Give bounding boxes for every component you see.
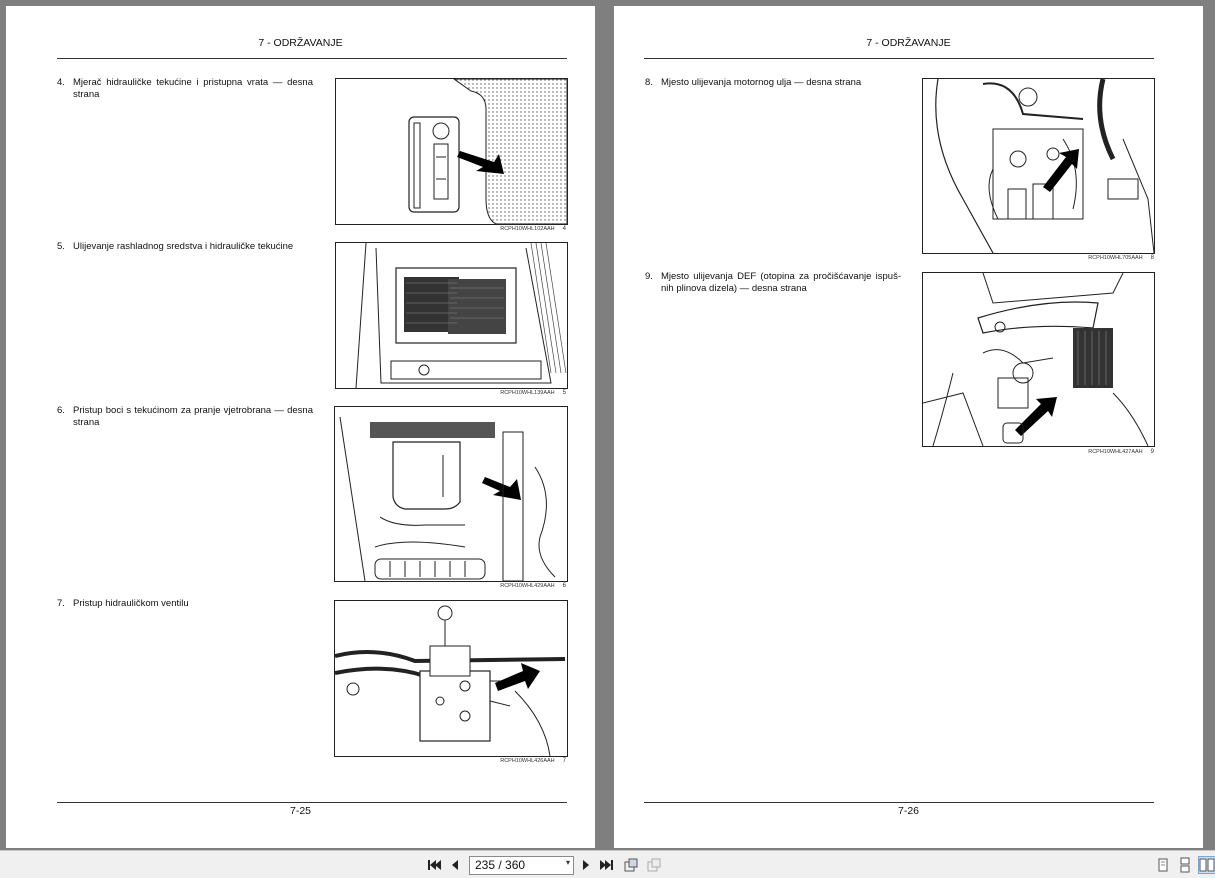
page-number: 7-26: [897, 805, 919, 817]
first-page-button[interactable]: [426, 857, 442, 873]
page-header: 7 - ODRŽAVANJE: [866, 37, 951, 49]
list-item: 4. Mjerač hidrauličke tekućine i pristup…: [57, 77, 313, 100]
figure-code: RCPH10WHL426AAH: [500, 758, 555, 764]
item-number: 7.: [57, 598, 65, 609]
go-back-button[interactable]: [623, 857, 639, 873]
figure-code: RCPH10WHL139AAH: [500, 390, 555, 396]
item-number: 9.: [645, 271, 653, 282]
item-text: Ulijevanje rashladnog sredstva i hidraul…: [73, 241, 294, 252]
last-page-button[interactable]: [599, 857, 615, 873]
figure-number: 4: [562, 226, 566, 232]
item-text: Pristup boci s tekućinom za pranje vjetr…: [73, 405, 313, 428]
figure-code: RCPH10WHL102AAH: [500, 226, 555, 232]
figure-caption: RCPH10WHL102AAH 4: [426, 226, 566, 232]
continuous-view-button[interactable]: [1177, 857, 1193, 873]
go-back-icon: [624, 858, 638, 872]
go-forward-icon: [647, 858, 661, 872]
go-forward-button[interactable]: [646, 857, 662, 873]
figure-hydraulic-valve: [334, 600, 568, 757]
figure-caption: RCPH10WHL139AAH 5: [426, 390, 566, 396]
page-number-value: 235 / 360: [475, 858, 526, 872]
last-page-icon: [600, 860, 613, 870]
figure-caption: RCPH10WHL426AAH 7: [426, 758, 566, 764]
header-rule: [57, 58, 567, 59]
figure-number: 8: [1150, 255, 1154, 261]
item-number: 5.: [57, 241, 65, 252]
navigation-toolbar: 235 / 360 ▾: [0, 850, 1215, 878]
page-number-field[interactable]: 235 / 360 ▾: [469, 856, 574, 875]
next-page-icon: [583, 860, 589, 870]
previous-page-button[interactable]: [447, 857, 463, 873]
figure-number: 5: [562, 390, 566, 396]
figure-caption: RCPH10WHL429AAH 6: [426, 583, 566, 589]
figure-code: RCPH10WHL429AAH: [500, 583, 555, 589]
figure-number: 9: [1150, 449, 1154, 455]
figure-caption: RCPH10WHL427AAH 9: [1014, 449, 1154, 455]
item-number: 8.: [645, 77, 653, 88]
continuous-view-icon: [1180, 857, 1190, 873]
figure-def-fill: [922, 272, 1155, 447]
list-item: 6. Pristup boci s tekućinom za pranje vj…: [57, 405, 313, 428]
figure-number: 7: [562, 758, 566, 764]
figure-caption: RCPH10WHL705AAH 8: [1014, 255, 1154, 261]
footer-rule: [644, 802, 1154, 803]
item-number: 4.: [57, 77, 65, 88]
single-page-view-icon: [1158, 858, 1168, 872]
list-item: 8. Mjesto ulijevanja motornog ulja — des…: [645, 77, 901, 89]
item-text: Pristup hidrauličkom ventilu: [73, 598, 189, 609]
list-item: 5. Ulijevanje rashladnog sredstva i hidr…: [57, 241, 313, 253]
single-page-view-button[interactable]: [1155, 857, 1171, 873]
item-text: Mjesto ulijevanja motornog ulja — desna …: [661, 77, 862, 88]
next-page-button[interactable]: [578, 857, 594, 873]
chevron-down-icon[interactable]: ▾: [566, 858, 570, 867]
footer-rule: [57, 802, 567, 803]
item-text: Mjesto ulijevanja DEF (otopina za pročiš…: [661, 271, 901, 294]
figure-coolant-fill: [335, 242, 568, 389]
figure-code: RCPH10WHL427AAH: [1088, 449, 1143, 455]
list-item: 9. Mjesto ulijevanja DEF (otopina za pro…: [645, 271, 901, 294]
list-item: 7. Pristup hidrauličkom ventilu: [57, 598, 313, 610]
first-page-icon: [428, 860, 441, 870]
item-text: Mjerač hidrauličke tekućine i pristupna …: [73, 77, 313, 100]
item-number: 6.: [57, 405, 65, 416]
figure-washer-bottle: [334, 406, 568, 582]
previous-page-icon: [452, 860, 458, 870]
document-page-right: 7 - ODRŽAVANJE 8. Mjesto ulijevanja moto…: [614, 6, 1203, 848]
figure-number: 6: [562, 583, 566, 589]
header-rule: [644, 58, 1154, 59]
document-page-left: 7 - ODRŽAVANJE 4. Mjerač hidrauličke tek…: [6, 6, 595, 848]
two-page-view-button[interactable]: [1198, 856, 1215, 874]
page-header: 7 - ODRŽAVANJE: [258, 37, 343, 49]
figure-hydraulic-gauge: [335, 78, 568, 225]
figure-engine-oil-fill: [922, 78, 1155, 254]
page-number: 7-25: [289, 805, 311, 817]
two-page-view-icon: [1199, 858, 1215, 872]
figure-code: RCPH10WHL705AAH: [1088, 255, 1143, 261]
